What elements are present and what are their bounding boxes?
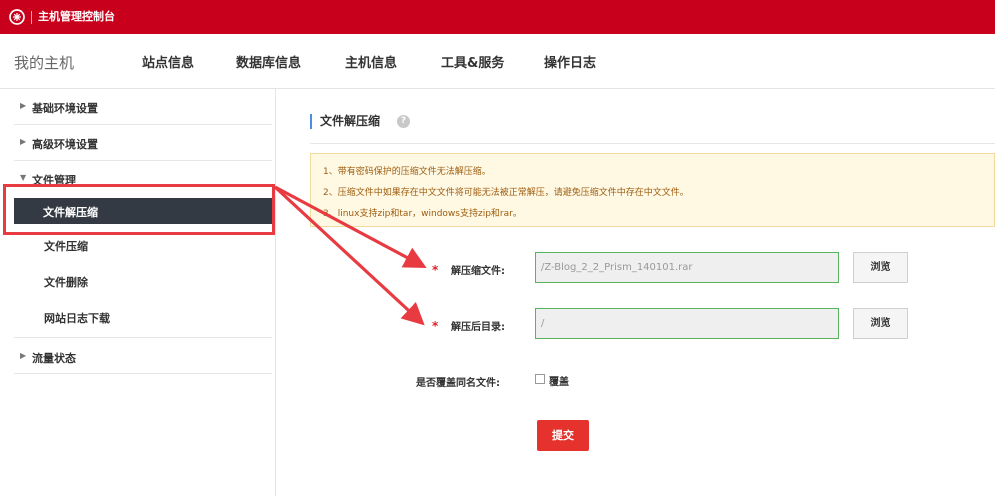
chevron-right-icon: ▶	[20, 101, 27, 110]
nav-operation-log[interactable]: 操作日志	[544, 52, 596, 71]
archive-file-value: /Z-Blog_2_2_Prism_140101.rar	[541, 262, 693, 273]
nav-host-info[interactable]: 主机信息	[345, 52, 397, 71]
submit-button[interactable]: 提交	[537, 420, 589, 451]
notice-box: 1、带有密码保护的压缩文件无法解压缩。 2、压缩文件中如果存在中文文件将可能无法…	[310, 153, 995, 227]
logo-icon	[9, 9, 25, 25]
chevron-right-icon: ▶	[20, 137, 27, 146]
notice-line: 2、压缩文件中如果存在中文文件将可能无法被正常解压，请避免压缩文件中存在中文文件…	[323, 188, 689, 198]
sidebar-divider	[14, 337, 272, 338]
sidebar-group-advanced-env[interactable]: 高级环境设置	[32, 136, 98, 152]
nav-database-info[interactable]: 数据库信息	[236, 52, 301, 71]
nav-tools-services[interactable]: 工具&服务	[441, 52, 504, 71]
overwrite-label: 是否覆盖同名文件:	[416, 378, 500, 389]
target-dir-value: /	[541, 318, 545, 329]
nav-site-info[interactable]: 站点信息	[142, 52, 194, 71]
chevron-down-icon: ▼	[20, 173, 27, 182]
required-mark: *	[432, 263, 439, 277]
browse-target-button[interactable]: 浏览	[853, 308, 908, 339]
logo-divider	[31, 11, 32, 24]
chevron-right-icon: ▶	[20, 351, 27, 360]
main-nav: 我的主机 站点信息 数据库信息 主机信息 工具&服务 操作日志	[0, 34, 995, 89]
overwrite-checkbox-label[interactable]: 覆盖	[549, 373, 569, 388]
app-title: 主机管理控制台	[38, 10, 115, 23]
question-circle-icon[interactable]: ?	[397, 115, 410, 128]
sidebar-divider	[14, 160, 272, 161]
target-dir-input[interactable]: /	[535, 308, 839, 339]
sidebar-group-traffic[interactable]: 流量状态	[32, 350, 76, 366]
notice-line: 1、带有密码保护的压缩文件无法解压缩。	[323, 167, 491, 177]
page-title: 文件解压缩	[310, 114, 380, 129]
required-mark: *	[432, 319, 439, 333]
archive-file-label: 解压缩文件:	[451, 266, 505, 277]
highlight-box	[3, 184, 275, 235]
notice-line: 3、linux支持zip和tar，windows支持zip和rar。	[323, 209, 522, 219]
target-dir-label: 解压后目录:	[451, 322, 505, 333]
title-divider	[310, 143, 995, 144]
sidebar-divider	[14, 124, 272, 125]
nav-home[interactable]: 我的主机	[14, 52, 74, 73]
browse-archive-button[interactable]: 浏览	[853, 252, 908, 283]
top-bar: 主机管理控制台	[0, 0, 995, 34]
overwrite-checkbox[interactable]	[535, 374, 545, 384]
sidebar-item-compress[interactable]: 文件压缩	[44, 238, 88, 254]
archive-file-input[interactable]: /Z-Blog_2_2_Prism_140101.rar	[535, 252, 839, 283]
sidebar-item-delete[interactable]: 文件删除	[44, 274, 88, 290]
sidebar-item-log-download[interactable]: 网站日志下载	[44, 310, 110, 326]
sidebar-divider	[14, 373, 272, 374]
sidebar-group-basic-env[interactable]: 基础环境设置	[32, 100, 98, 116]
